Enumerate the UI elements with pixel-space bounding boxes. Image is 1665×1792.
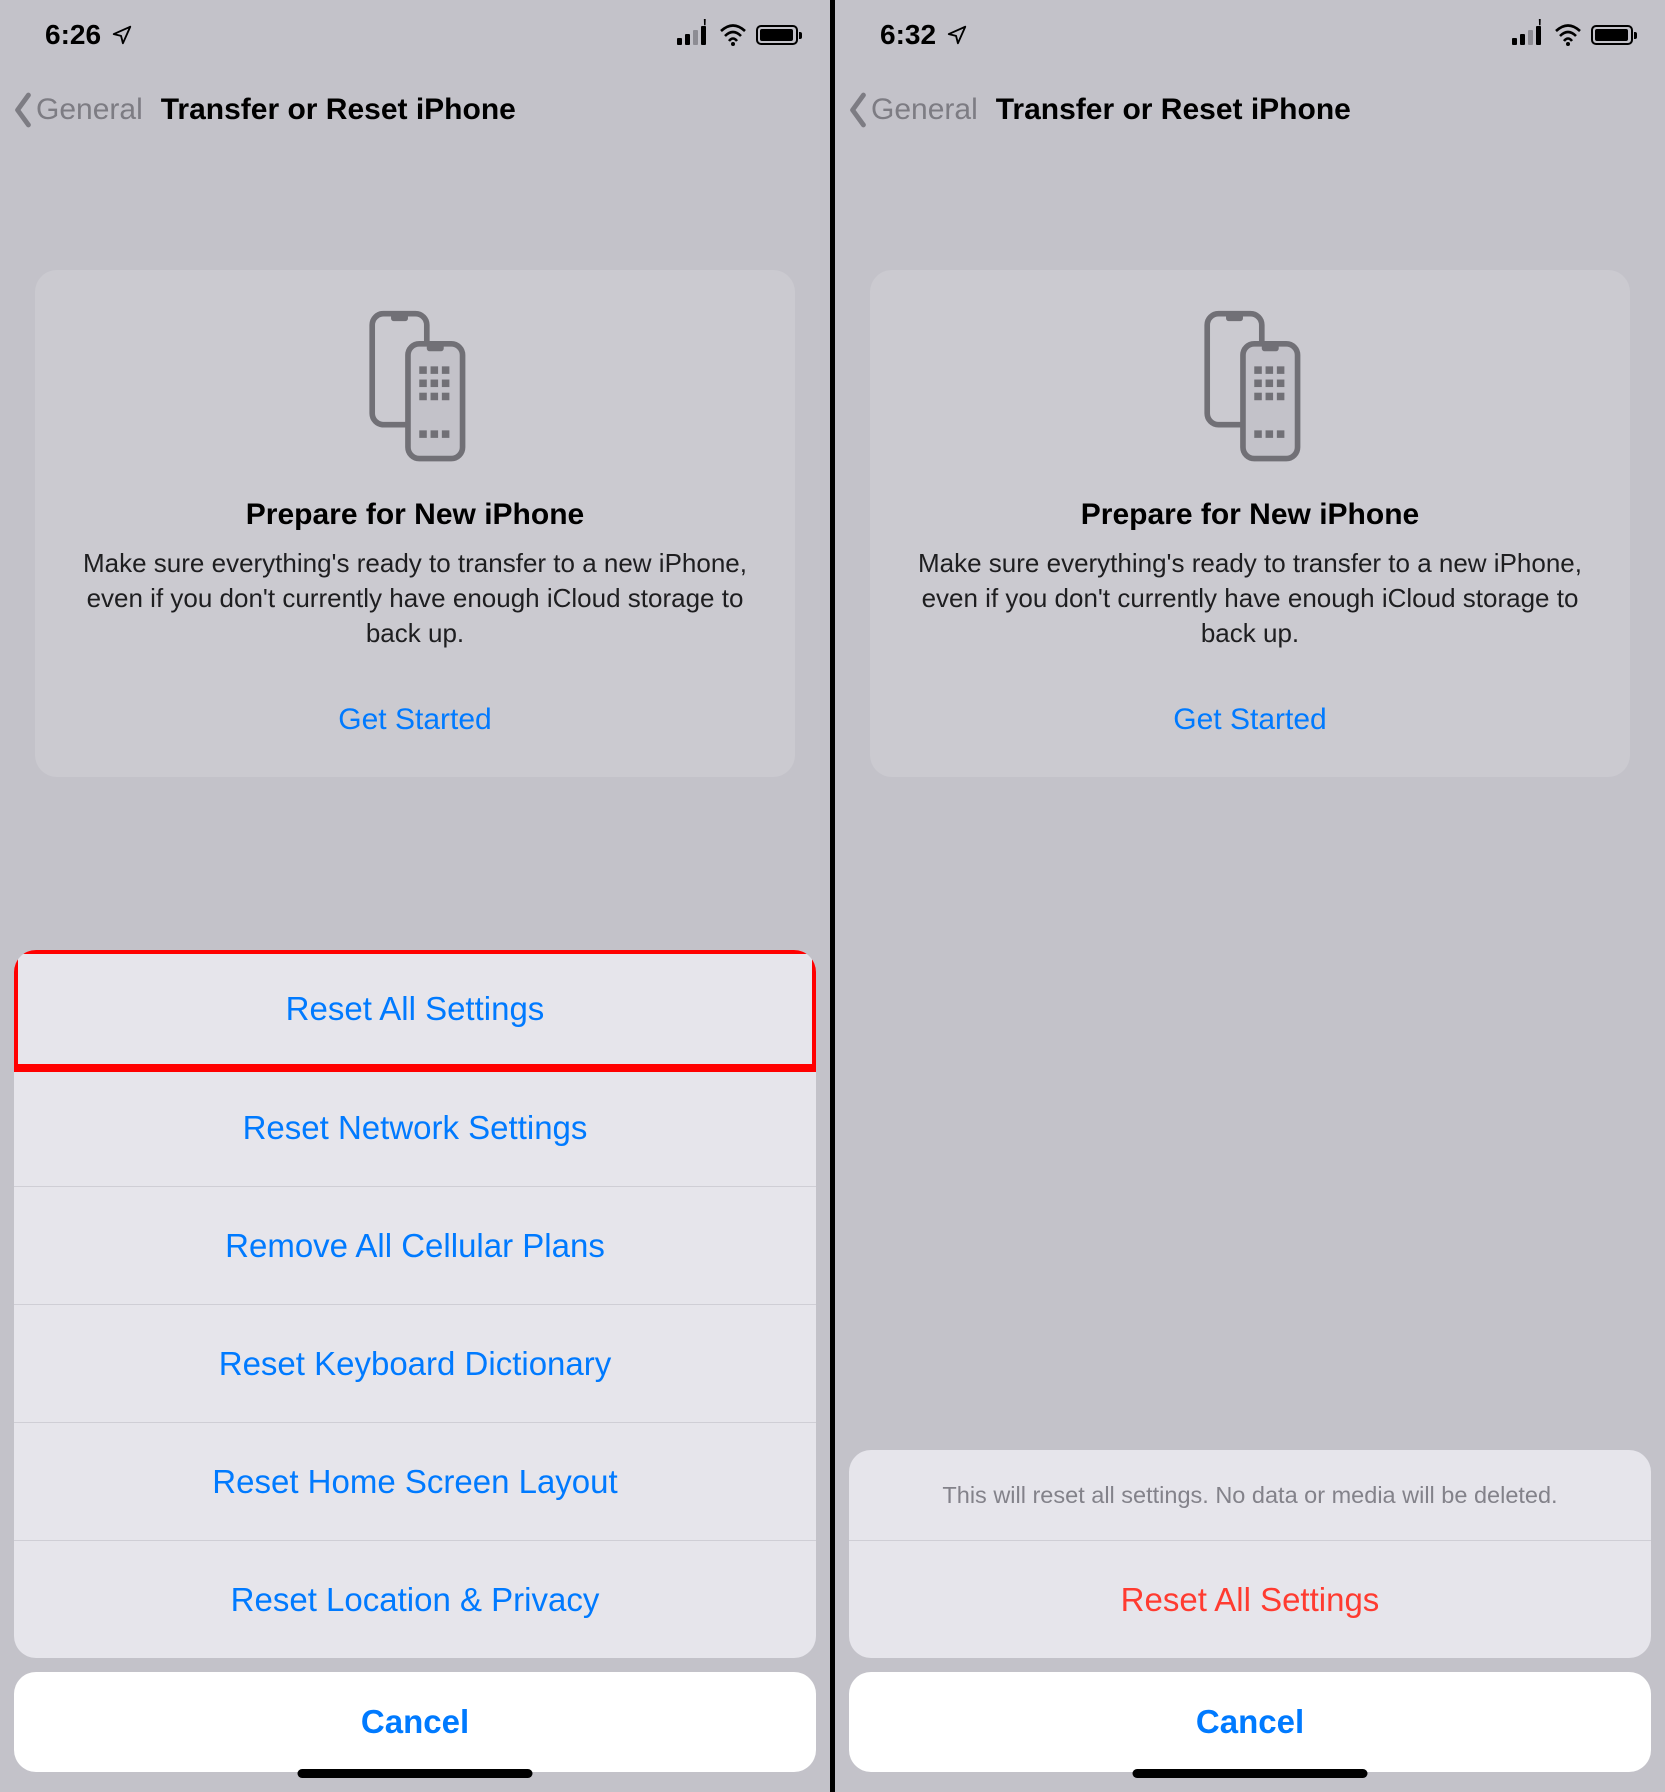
chevron-left-icon [10, 91, 36, 129]
cellular-badge: ! [703, 16, 707, 31]
reset-all-settings-button[interactable]: Reset All Settings [14, 950, 816, 1068]
wifi-icon [719, 24, 747, 46]
cellular-signal-icon [677, 25, 706, 45]
get-started-button[interactable]: Get Started [65, 703, 765, 737]
page-title: Transfer or Reset iPhone [143, 93, 820, 127]
prepare-card: Prepare for New iPhone Make sure everyth… [870, 270, 1630, 777]
confirm-action-sheet: This will reset all settings. No data or… [849, 1450, 1651, 1772]
home-indicator[interactable] [298, 1769, 533, 1778]
remove-cellular-plans-button[interactable]: Remove All Cellular Plans [14, 1186, 816, 1304]
location-icon [111, 24, 133, 46]
card-title: Prepare for New iPhone [900, 498, 1600, 532]
chevron-left-icon [845, 91, 871, 129]
cancel-button[interactable]: Cancel [14, 1672, 816, 1772]
back-button[interactable]: General [845, 91, 978, 129]
home-indicator[interactable] [1133, 1769, 1368, 1778]
card-title: Prepare for New iPhone [65, 498, 765, 532]
status-bar: 6:26 ! [0, 0, 830, 70]
confirm-message: This will reset all settings. No data or… [849, 1450, 1651, 1540]
nav-bar: General Transfer or Reset iPhone [835, 70, 1665, 150]
wifi-icon [1554, 24, 1582, 46]
status-bar: 6:32 ! [835, 0, 1665, 70]
transfer-devices-icon [900, 308, 1600, 468]
cancel-button[interactable]: Cancel [849, 1672, 1651, 1772]
back-label: General [36, 93, 143, 127]
back-button[interactable]: General [10, 91, 143, 129]
reset-network-settings-button[interactable]: Reset Network Settings [14, 1068, 816, 1186]
transfer-devices-icon [65, 308, 765, 468]
cellular-signal-icon [1512, 25, 1541, 45]
prepare-card: Prepare for New iPhone Make sure everyth… [35, 270, 795, 777]
get-started-button[interactable]: Get Started [900, 703, 1600, 737]
confirm-reset-all-button[interactable]: Reset All Settings [849, 1540, 1651, 1658]
nav-bar: General Transfer or Reset iPhone [0, 70, 830, 150]
battery-icon [1591, 25, 1633, 45]
reset-location-privacy-button[interactable]: Reset Location & Privacy [14, 1540, 816, 1658]
card-description: Make sure everything's ready to transfer… [906, 546, 1594, 651]
status-time: 6:32 [880, 19, 936, 51]
status-time: 6:26 [45, 19, 101, 51]
back-label: General [871, 93, 978, 127]
battery-icon [756, 25, 798, 45]
page-title: Transfer or Reset iPhone [978, 93, 1655, 127]
phone-left: 6:26 ! General Transfer or Reset iPhone [0, 0, 830, 1792]
reset-keyboard-dictionary-button[interactable]: Reset Keyboard Dictionary [14, 1304, 816, 1422]
phone-right: 6:32 ! General Transfer or Reset iPhone [835, 0, 1665, 1792]
reset-action-sheet: Reset All Settings Reset Network Setting… [14, 950, 816, 1772]
cellular-badge: ! [1538, 16, 1542, 31]
reset-home-screen-button[interactable]: Reset Home Screen Layout [14, 1422, 816, 1540]
card-description: Make sure everything's ready to transfer… [71, 546, 759, 651]
location-icon [946, 24, 968, 46]
